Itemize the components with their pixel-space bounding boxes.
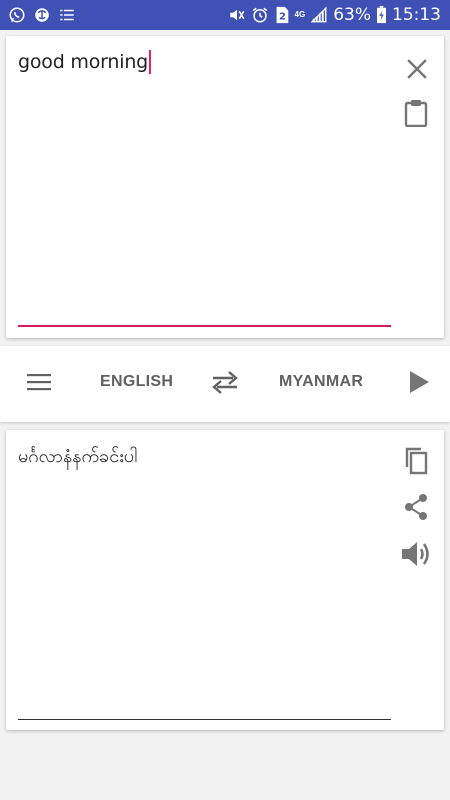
source-language-button[interactable]: ENGLISH (100, 373, 173, 391)
swap-icon (211, 370, 239, 399)
clock: 15:13 (392, 5, 441, 25)
clear-button[interactable] (402, 56, 432, 86)
battery-icon (376, 6, 387, 24)
text-cursor (149, 50, 152, 74)
sim-icon: 2 (274, 6, 290, 24)
translated-text: မင်္ဂလာနံနက်ခင်းပါ (18, 446, 138, 467)
play-icon (408, 370, 430, 399)
translate-button[interactable] (404, 368, 434, 400)
input-card: good morning (6, 36, 444, 338)
battery-percent: 63% (333, 5, 371, 25)
source-text: good morning (18, 51, 149, 73)
target-language-button[interactable]: MYANMAR (279, 373, 363, 391)
swap-languages-button[interactable] (206, 368, 244, 400)
status-bar: 2 4G 63% 15:13 (0, 0, 450, 30)
sim-badge: 2 (279, 12, 286, 23)
vpn-icon (33, 6, 51, 24)
menu-icon (27, 373, 51, 396)
speak-button[interactable] (398, 538, 434, 574)
output-underline (18, 719, 391, 720)
language-bar: ENGLISH MYANMAR (0, 346, 450, 422)
alarm-icon (251, 6, 269, 24)
share-icon (403, 493, 429, 526)
whatsapp-icon (8, 6, 26, 24)
menu-button[interactable] (22, 370, 56, 398)
output-card: မင်္ဂလာနံနက်ခင်းပါ (6, 430, 444, 730)
copy-button[interactable] (400, 446, 432, 480)
status-bar-system: 2 4G 63% 15:13 (228, 0, 441, 30)
network-type: 4G (294, 10, 306, 19)
list-icon (58, 6, 76, 24)
copy-icon (403, 447, 429, 480)
share-button[interactable] (400, 492, 432, 526)
close-icon (407, 58, 427, 84)
status-bar-notifications (8, 0, 76, 30)
source-text-input[interactable]: good morning (18, 50, 152, 74)
signal-icon (310, 6, 328, 24)
mute-icon (228, 6, 246, 24)
speaker-icon (400, 539, 432, 574)
paste-button[interactable] (400, 98, 432, 132)
clipboard-icon (404, 99, 428, 132)
input-underline (18, 325, 391, 327)
